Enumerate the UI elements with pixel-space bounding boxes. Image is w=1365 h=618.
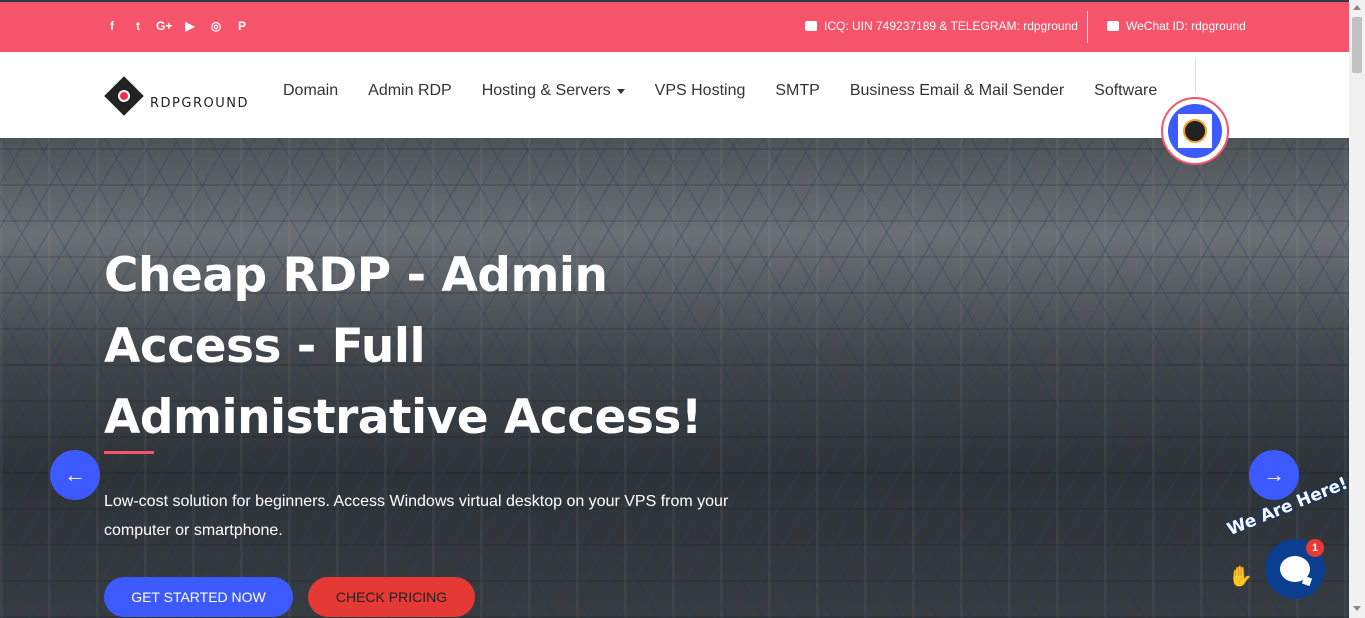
floating-contact-widget[interactable] xyxy=(1161,97,1229,165)
check-pricing-button[interactable]: CHECK PRICING xyxy=(308,577,475,617)
nav-item-vps-hosting[interactable]: VPS Hosting xyxy=(655,82,746,100)
nav-item-software[interactable]: Software xyxy=(1094,82,1157,100)
prev-slide-arrow-icon[interactable]: ← xyxy=(50,450,100,500)
icq-telegram-text: ICQ: UIN 749237189 & TELEGRAM: rdpground xyxy=(824,19,1078,33)
nav-item-admin-rdp[interactable]: Admin RDP xyxy=(368,82,452,100)
logo-text: RDPGROUND xyxy=(150,95,249,111)
envelope-icon xyxy=(1107,21,1119,31)
nav-menu: Domain Admin RDP Hosting & Servers VPS H… xyxy=(283,82,1157,100)
nav-item-business-email[interactable]: Business Email & Mail Sender xyxy=(850,82,1064,100)
next-slide-arrow-icon[interactable]: → xyxy=(1249,450,1299,500)
icq-telegram-contact: ICQ: UIN 749237189 & TELEGRAM: rdpground xyxy=(805,19,1078,33)
hero-subtitle: Low-cost solution for beginners. Access … xyxy=(104,493,729,539)
caret-down-icon xyxy=(616,88,625,94)
hero-title: Cheap RDP - Admin Access - Full Administ… xyxy=(104,248,702,445)
topbar-divider xyxy=(1087,11,1088,43)
chat-bubble-icon xyxy=(1280,556,1310,582)
youtube-icon[interactable]: ▶ xyxy=(182,19,198,33)
top-bar: f t G+ ▶ ◎ P ICQ: UIN 749237189 & TELEGR… xyxy=(0,0,1349,52)
scroll-up-icon[interactable] xyxy=(1353,5,1361,10)
nav-item-smtp[interactable]: SMTP xyxy=(775,82,819,100)
main-navbar: RDPGROUND Domain Admin RDP Hosting & Ser… xyxy=(0,52,1349,138)
phone-icon xyxy=(805,21,817,31)
chat-notification-badge: 1 xyxy=(1306,539,1324,557)
hero-slider: Cheap RDP - Admin Access - Full Administ… xyxy=(0,138,1349,618)
hero-buttons: GET STARTED NOW CHECK PRICING xyxy=(104,577,804,617)
social-links: f t G+ ▶ ◎ P xyxy=(104,19,250,33)
wechat-contact: WeChat ID: rdpground xyxy=(1107,19,1246,33)
get-started-button[interactable]: GET STARTED NOW xyxy=(104,577,293,617)
instagram-icon[interactable]: ◎ xyxy=(208,19,224,33)
twitter-icon[interactable]: t xyxy=(130,19,146,33)
facebook-icon[interactable]: f xyxy=(104,19,120,33)
logo-mark-icon xyxy=(104,76,144,116)
avatar-icon xyxy=(1183,119,1207,143)
page-scrollbar[interactable] xyxy=(1349,0,1365,618)
google-plus-icon[interactable]: G+ xyxy=(156,19,172,33)
scroll-down-icon[interactable] xyxy=(1353,606,1361,611)
site-logo[interactable]: RDPGROUND xyxy=(104,76,249,116)
scroll-thumb[interactable] xyxy=(1352,17,1362,73)
nav-item-domain[interactable]: Domain xyxy=(283,82,338,100)
wechat-text: WeChat ID: rdpground xyxy=(1126,19,1246,33)
hero-content: Cheap RDP - Admin Access - Full Administ… xyxy=(104,243,804,617)
nav-separator xyxy=(1195,60,1196,92)
nav-item-label: Hosting & Servers xyxy=(481,82,611,99)
waving-hand-icon: ✋ xyxy=(1228,566,1253,588)
nav-item-hosting-servers[interactable]: Hosting & Servers xyxy=(482,82,625,100)
pinterest-icon[interactable]: P xyxy=(234,19,250,33)
